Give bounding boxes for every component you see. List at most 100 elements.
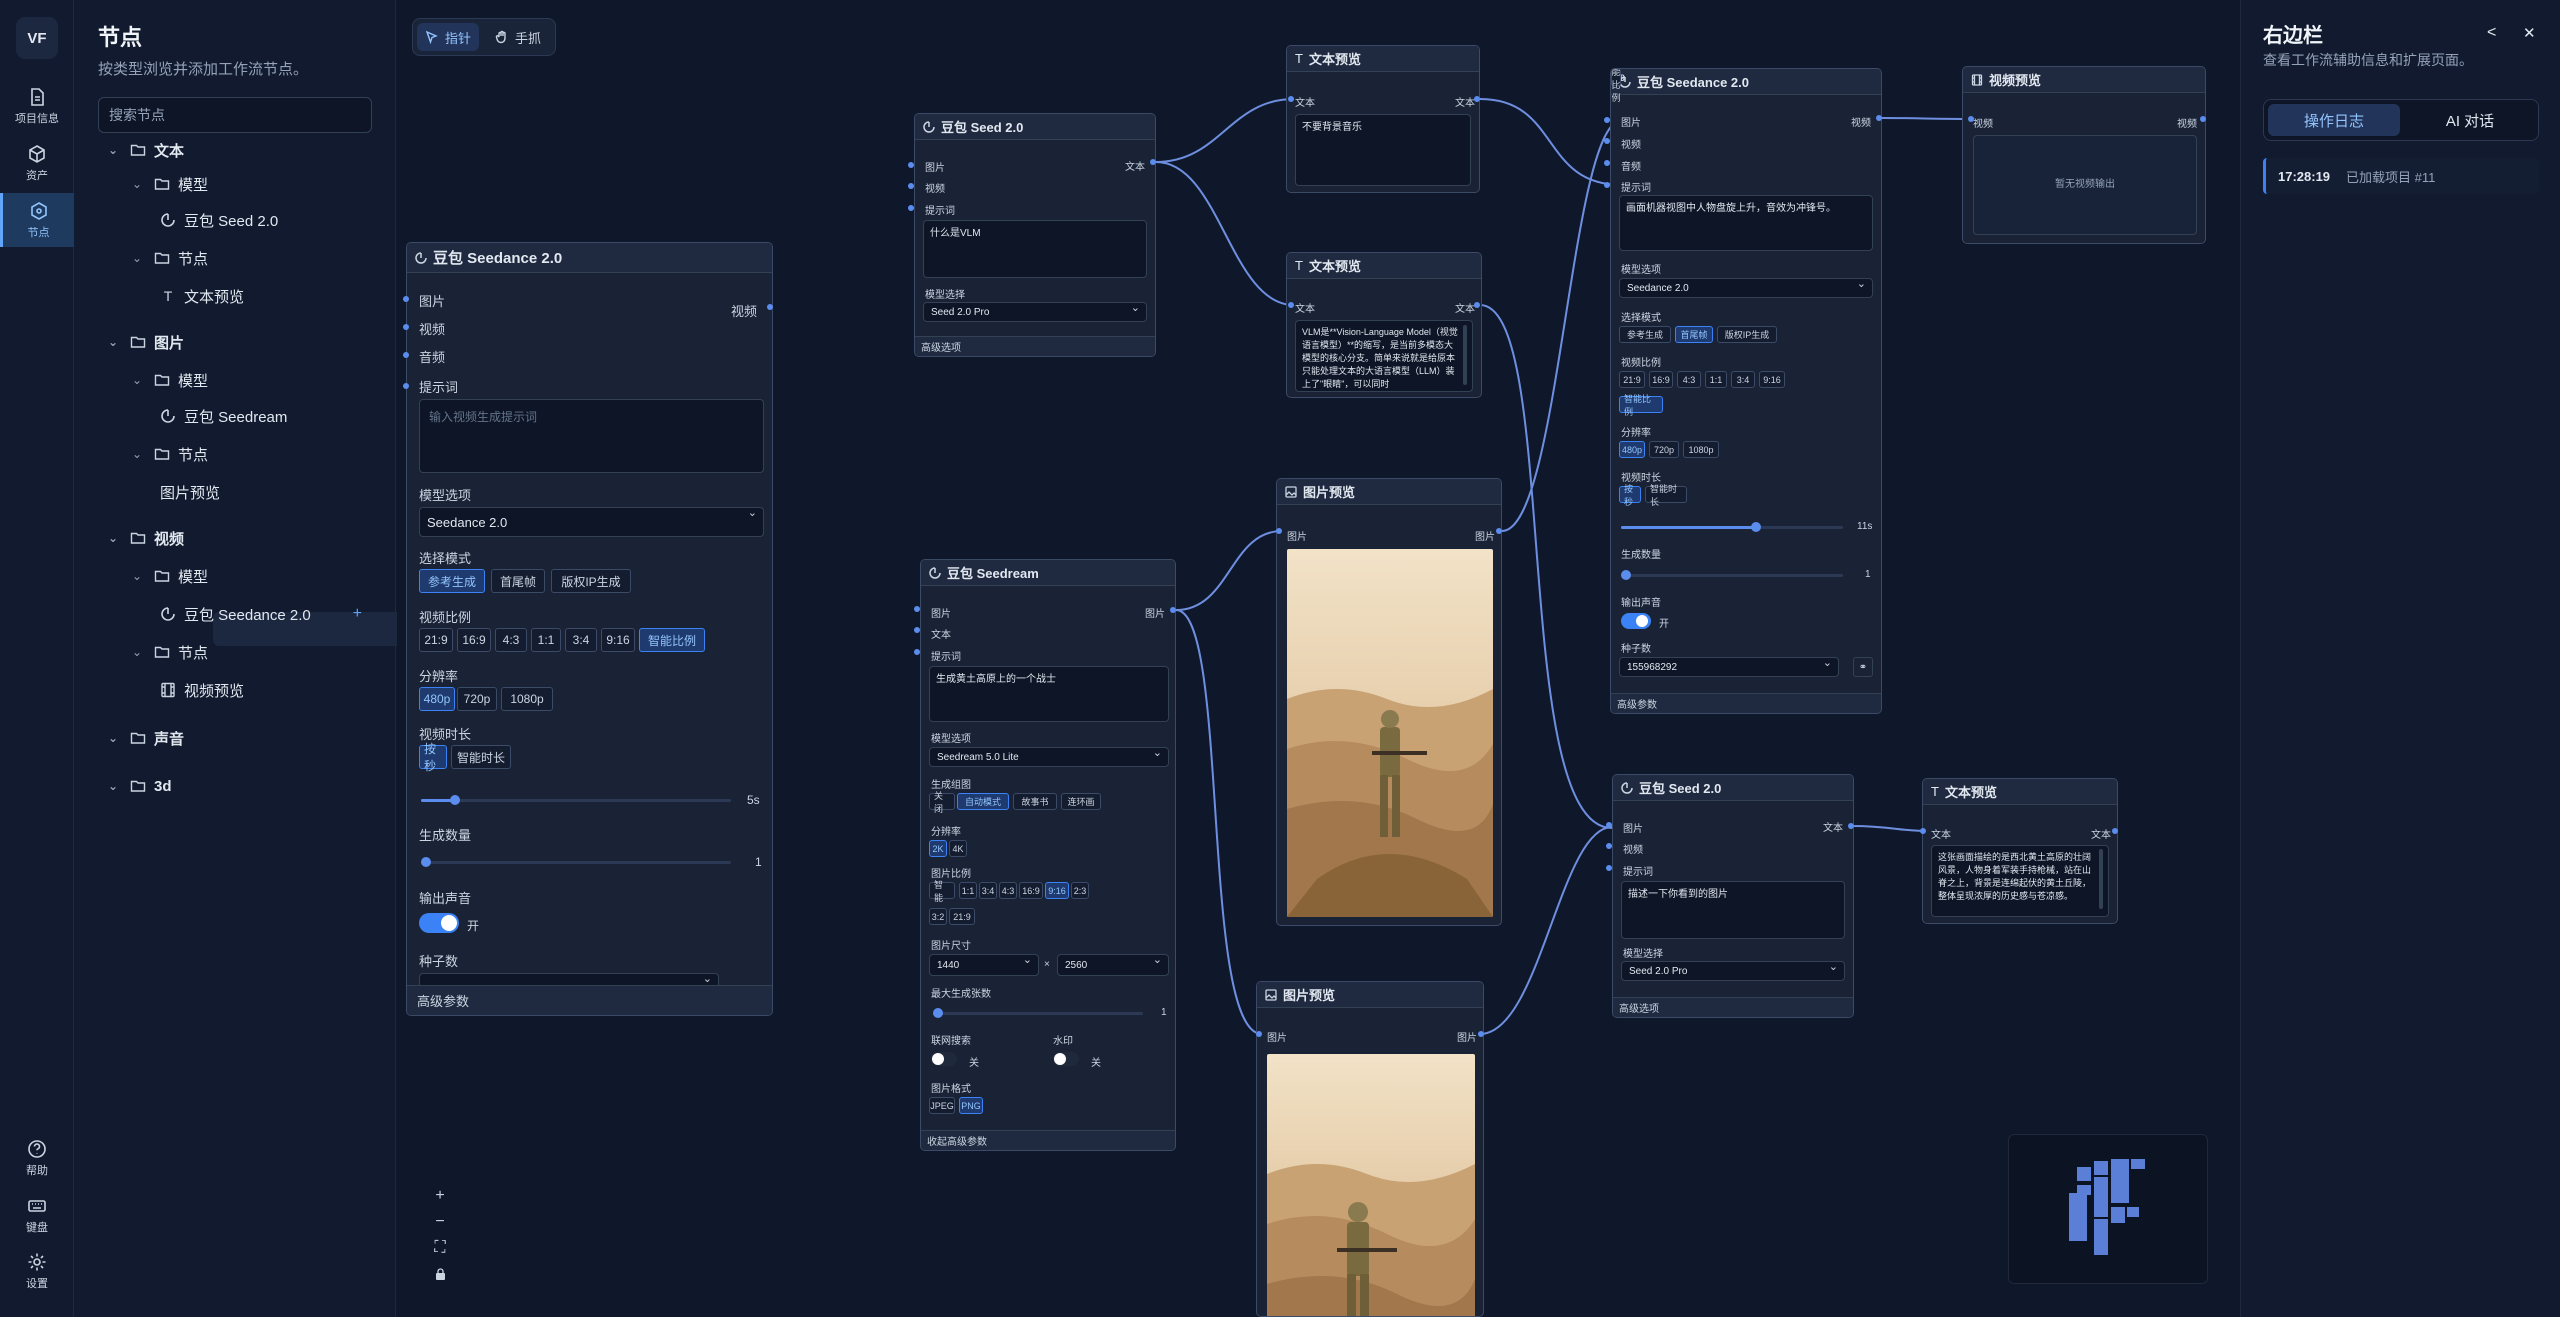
connection-port[interactable]	[2112, 828, 2118, 834]
link-icon[interactable]: ⚭	[1853, 657, 1873, 677]
connection-port[interactable]	[403, 352, 409, 358]
node-seed-llm-2[interactable]: 豆包 Seed 2.0 图片 文本 视频 提示词 描述一下你看到的图片 模型选择…	[1612, 774, 1854, 1018]
option-chip[interactable]: 4:3	[1677, 371, 1701, 388]
option-chip[interactable]: 1080p	[1683, 441, 1719, 458]
option-chip[interactable]: 720p	[1649, 441, 1679, 458]
node-header[interactable]: 豆包 Seedance 2.0	[1611, 69, 1881, 95]
advanced-params-toggle[interactable]: 高级参数	[1611, 693, 1881, 713]
tree-item[interactable]: ⌄ 文本	[108, 136, 370, 164]
option-chip[interactable]: 智能	[929, 880, 955, 903]
audio-toggle[interactable]	[419, 913, 459, 933]
web-search-toggle[interactable]	[931, 1052, 957, 1066]
option-chip[interactable]: 连环画	[1061, 793, 1101, 810]
option-chip[interactable]: 16:9	[457, 628, 491, 652]
option-chip[interactable]: 关闭	[929, 791, 955, 814]
connection-port[interactable]	[1604, 117, 1610, 123]
option-chip[interactable]: 参考生成	[1619, 326, 1671, 343]
node-video-preview[interactable]: 视频预览 视频 视频 暂无视频输出	[1962, 66, 2206, 244]
watermark-toggle[interactable]	[1053, 1052, 1079, 1066]
node-header[interactable]: 豆包 Seedance 2.0	[407, 243, 772, 273]
tree-item[interactable]: ⌄ 视频	[108, 524, 370, 552]
option-chip[interactable]: 1:1	[531, 628, 561, 652]
advanced-options-toggle[interactable]: 高级选项	[1613, 997, 1853, 1017]
duration-slider[interactable]	[1621, 522, 1843, 532]
rail-item-keyboard[interactable]: 键盘	[0, 1188, 74, 1242]
connection-port[interactable]	[1606, 865, 1612, 871]
count-slider[interactable]	[1621, 570, 1843, 580]
option-chip[interactable]: 智能时长	[1645, 484, 1687, 507]
option-chip[interactable]: 3:4	[979, 882, 997, 899]
option-chip[interactable]: 1:1	[1705, 371, 1727, 388]
connection-port[interactable]	[908, 205, 914, 211]
model-select[interactable]: Seed 2.0 Pro	[923, 301, 1147, 322]
option-chip[interactable]: 版权IP生成	[551, 569, 631, 593]
option-chip[interactable]: 16:9	[1019, 882, 1043, 899]
connection-port[interactable]	[914, 606, 920, 612]
tree-item[interactable]: 豆包 Seedance 2.0 +	[160, 600, 370, 628]
tree-item[interactable]: ⌄ 模型	[132, 366, 370, 394]
connection-port[interactable]	[403, 383, 409, 389]
connection-port[interactable]	[1474, 302, 1480, 308]
prompt-textarea[interactable]: 生成黄土高原上的一个战士	[929, 666, 1169, 722]
option-chip[interactable]: 智能时长	[451, 745, 511, 769]
chevron-down-icon[interactable]: ⌄	[108, 779, 122, 793]
connection-port[interactable]	[1876, 115, 1882, 121]
node-header[interactable]: 豆包 Seed 2.0	[915, 114, 1155, 140]
duration-knob[interactable]	[450, 795, 461, 805]
connection-port[interactable]	[1288, 302, 1294, 308]
option-chip[interactable]: 480p	[1619, 441, 1645, 458]
option-chip[interactable]: 21:9	[419, 628, 453, 652]
model-select[interactable]: Seedance 2.0	[419, 506, 764, 537]
count-knob[interactable]	[1621, 570, 1631, 580]
seed-input[interactable]: 155968292	[1619, 656, 1839, 677]
pointer-tool-button[interactable]: 指针	[417, 23, 480, 51]
chevron-down-icon[interactable]: ⌄	[132, 645, 146, 659]
chevron-down-icon[interactable]: ⌄	[132, 569, 146, 583]
tree-item[interactable]: ⌄ 3d	[108, 772, 370, 800]
option-chip[interactable]: 21:9	[1619, 371, 1645, 388]
tree-item[interactable]: ⌄ 模型	[132, 562, 370, 590]
connection-port[interactable]	[1920, 828, 1926, 834]
connection-port[interactable]	[914, 627, 920, 633]
model-select[interactable]: Seedance 2.0	[1619, 277, 1873, 298]
tab-ai-chat[interactable]: AI 对话	[2404, 104, 2536, 136]
option-chip[interactable]: 故事书	[1013, 793, 1057, 810]
option-chip[interactable]: 2K	[929, 840, 947, 857]
node-header[interactable]: T 文本预览	[1923, 779, 2117, 805]
node-search-input[interactable]	[98, 97, 372, 133]
node-header[interactable]: 豆包 Seed 2.0	[1613, 775, 1853, 801]
node-text-preview-2[interactable]: T 文本预览 文本 文本 VLM是**Vision-Language Model…	[1286, 252, 1482, 398]
rail-item-settings[interactable]: 设置	[0, 1244, 74, 1298]
node-header[interactable]: 豆包 Seedream	[921, 560, 1175, 586]
option-chip[interactable]: JPEG	[929, 1097, 955, 1114]
scrollbar[interactable]	[2099, 849, 2103, 909]
connection-port[interactable]	[1604, 138, 1610, 144]
count-slider[interactable]	[421, 857, 731, 867]
tree-item[interactable]: 豆包 Seedream	[160, 402, 370, 430]
zoom-out-button[interactable]: −	[429, 1209, 451, 1235]
tab-operation-log[interactable]: 操作日志	[2268, 104, 2400, 136]
add-node-button[interactable]: +	[353, 605, 362, 623]
option-chip[interactable]: 4:3	[495, 628, 527, 652]
rail-item-project-info[interactable]: 项目信息	[0, 79, 74, 133]
connection-port[interactable]	[908, 162, 914, 168]
connection-port[interactable]	[1256, 1031, 1262, 1037]
width-input[interactable]: 1440	[929, 953, 1039, 976]
hand-tool-button[interactable]: 手抓	[487, 23, 549, 51]
option-chip[interactable]: 参考生成	[419, 569, 485, 593]
advanced-options-toggle[interactable]: 高级选项	[915, 336, 1155, 356]
model-select[interactable]: Seed 2.0 Pro	[1621, 960, 1845, 981]
option-chip[interactable]: 智能比例	[1611, 69, 1621, 103]
option-chip[interactable]: 4:3	[999, 882, 1017, 899]
scrollbar[interactable]	[1463, 325, 1467, 385]
close-icon[interactable]: ✕	[2523, 24, 2536, 42]
option-chip[interactable]: 4K	[949, 840, 967, 857]
option-chip[interactable]: 480p	[419, 687, 455, 711]
node-text-preview-1[interactable]: T 文本预览 文本 文本 不要背景音乐	[1286, 45, 1480, 193]
tree-item[interactable]: ⌄ 节点	[132, 440, 370, 468]
prompt-textarea[interactable]: 什么是VLM	[923, 220, 1147, 278]
node-seedream[interactable]: 豆包 Seedream 图片 图片 文本 提示词 生成黄土高原上的一个战士 模型…	[920, 559, 1176, 1151]
prompt-textarea[interactable]: 输入视频生成提示词	[419, 399, 764, 473]
connection-port[interactable]	[1496, 528, 1502, 534]
connection-port[interactable]	[2200, 116, 2206, 122]
